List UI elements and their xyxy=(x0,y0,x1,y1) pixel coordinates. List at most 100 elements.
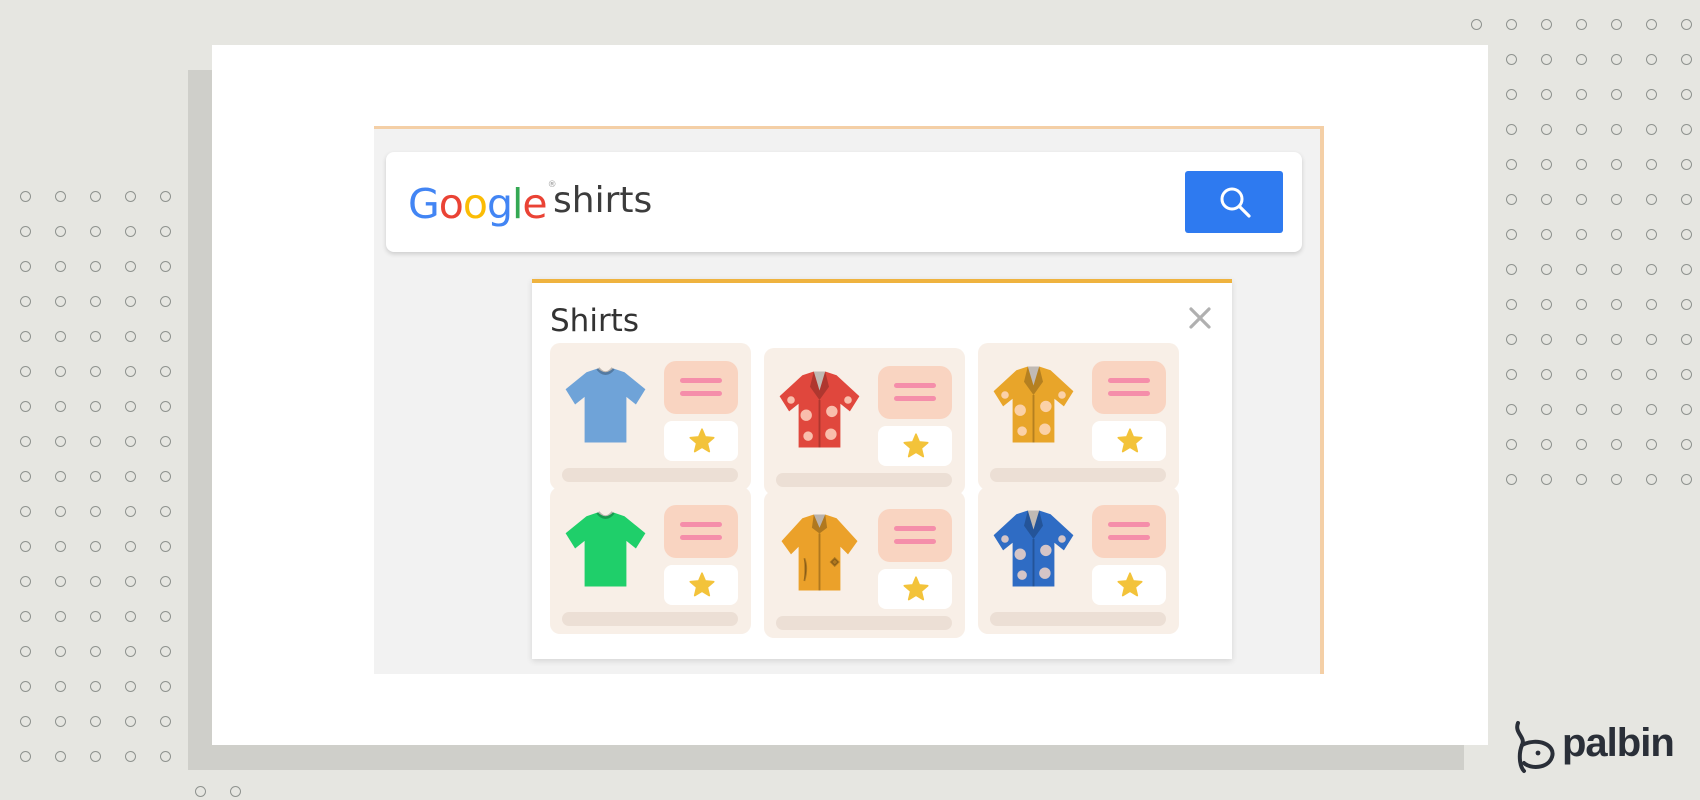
dot xyxy=(125,436,136,447)
dot xyxy=(125,331,136,342)
product-card-orange-button-shirt[interactable] xyxy=(764,491,965,638)
tshirt-icon xyxy=(558,501,653,596)
dot xyxy=(160,401,171,412)
dot xyxy=(90,261,101,272)
dot xyxy=(55,471,66,482)
dot xyxy=(1506,19,1517,30)
dot xyxy=(160,226,171,237)
dot xyxy=(1681,159,1692,170)
favorite-button[interactable] xyxy=(1092,565,1166,605)
dot xyxy=(1646,264,1657,275)
dot xyxy=(90,401,101,412)
dot xyxy=(1576,194,1587,205)
menu-chip[interactable] xyxy=(664,361,738,414)
dot xyxy=(55,646,66,657)
dot xyxy=(20,226,31,237)
dot xyxy=(20,576,31,587)
dot xyxy=(1646,194,1657,205)
dot xyxy=(55,611,66,622)
dot xyxy=(1471,19,1482,30)
dot xyxy=(1576,19,1587,30)
dot xyxy=(1506,439,1517,450)
dot xyxy=(1506,264,1517,275)
dot xyxy=(1611,404,1622,415)
favorite-button[interactable] xyxy=(1092,421,1166,461)
dot xyxy=(1576,264,1587,275)
dot xyxy=(1506,299,1517,310)
placeholder-text-line xyxy=(776,616,952,630)
menu-chip[interactable] xyxy=(1092,505,1166,558)
product-card-red-hawaiian-shirt[interactable] xyxy=(764,348,965,495)
dot xyxy=(1646,404,1657,415)
dot xyxy=(90,541,101,552)
dot xyxy=(1646,369,1657,380)
dot xyxy=(160,681,171,692)
dot xyxy=(1576,89,1587,100)
dot xyxy=(55,331,66,342)
menu-chip[interactable] xyxy=(878,509,952,562)
dot xyxy=(20,646,31,657)
menu-chip[interactable] xyxy=(878,366,952,419)
logo-letter: l xyxy=(512,180,523,228)
menu-chip[interactable] xyxy=(1092,361,1166,414)
favorite-button[interactable] xyxy=(664,421,738,461)
menu-bar xyxy=(1108,391,1150,396)
dot xyxy=(1611,474,1622,485)
product-card-blue-hawaiian-shirt[interactable] xyxy=(978,487,1179,634)
dot xyxy=(55,681,66,692)
dot xyxy=(20,751,31,762)
star-icon xyxy=(903,576,929,601)
google-logo: Google® xyxy=(408,180,557,228)
placeholder-text-line xyxy=(562,612,738,626)
hawaiian-shirt-icon xyxy=(986,501,1081,596)
dot xyxy=(1541,89,1552,100)
logo-letter: o xyxy=(462,180,488,228)
dot xyxy=(1646,299,1657,310)
dot xyxy=(160,576,171,587)
logo-letter: G xyxy=(408,180,440,228)
dot xyxy=(1576,124,1587,135)
dot xyxy=(1646,124,1657,135)
product-card-yellow-hawaiian-shirt[interactable] xyxy=(978,343,1179,490)
dot xyxy=(90,506,101,517)
hawaiian-shirt-icon xyxy=(772,362,867,457)
favorite-button[interactable] xyxy=(664,565,738,605)
favorite-button[interactable] xyxy=(878,426,952,466)
placeholder-text-line xyxy=(990,468,1166,482)
search-button[interactable] xyxy=(1185,171,1283,233)
dot xyxy=(1506,89,1517,100)
star-icon xyxy=(1117,572,1143,597)
product-card-blue-tshirt[interactable] xyxy=(550,343,751,490)
dot xyxy=(160,261,171,272)
dot xyxy=(1541,264,1552,275)
dot xyxy=(160,471,171,482)
dot xyxy=(90,646,101,657)
dot xyxy=(1576,334,1587,345)
logo-letter: e xyxy=(522,180,547,228)
dot xyxy=(1506,369,1517,380)
dot xyxy=(1611,229,1622,240)
dot xyxy=(20,331,31,342)
dot xyxy=(160,506,171,517)
dot xyxy=(1506,404,1517,415)
dot xyxy=(1646,474,1657,485)
dot xyxy=(1576,229,1587,240)
favorite-button[interactable] xyxy=(878,569,952,609)
product-card-green-tshirt[interactable] xyxy=(550,487,751,634)
dot xyxy=(1646,54,1657,65)
search-input[interactable]: shirts xyxy=(553,180,652,221)
search-icon xyxy=(1220,187,1251,218)
dot xyxy=(55,506,66,517)
dot xyxy=(1506,54,1517,65)
dot xyxy=(1541,159,1552,170)
dot xyxy=(125,751,136,762)
menu-chip[interactable] xyxy=(664,505,738,558)
dot xyxy=(1506,334,1517,345)
close-button[interactable] xyxy=(1186,304,1214,332)
dot xyxy=(1681,89,1692,100)
brand-name: palbin xyxy=(1562,721,1675,765)
dot xyxy=(1506,474,1517,485)
dot xyxy=(1506,229,1517,240)
dot xyxy=(1576,439,1587,450)
dot xyxy=(1541,124,1552,135)
